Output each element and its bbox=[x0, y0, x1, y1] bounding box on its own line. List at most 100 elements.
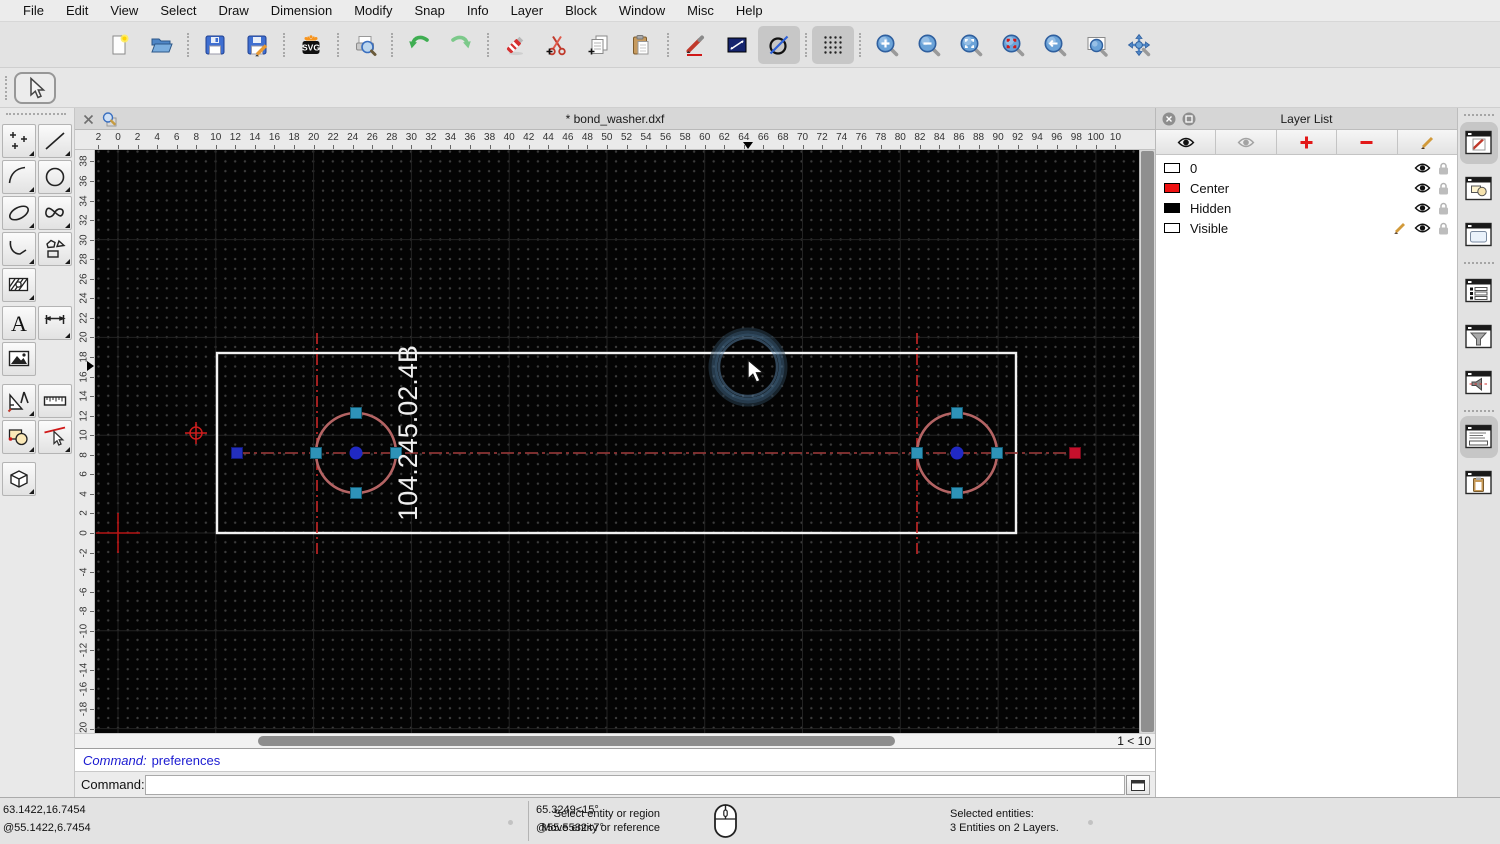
part-label-text[interactable]: 104.245.02.4B bbox=[393, 345, 423, 521]
text-tool-button[interactable]: A bbox=[2, 306, 36, 340]
select-entity-tool-button[interactable] bbox=[38, 420, 72, 454]
svg-export-button[interactable]: SVG bbox=[290, 26, 332, 64]
horizontal-scrollbar-thumb[interactable] bbox=[258, 736, 895, 746]
filter-dock-button[interactable] bbox=[1460, 316, 1498, 358]
entity-list-dock-button[interactable] bbox=[1460, 270, 1498, 312]
menu-file[interactable]: File bbox=[12, 3, 55, 18]
show-all-layers-button[interactable] bbox=[1156, 130, 1217, 154]
line-attributes-button[interactable] bbox=[716, 26, 758, 64]
hatch-tool-button[interactable] bbox=[2, 268, 36, 302]
edit-layer-button[interactable] bbox=[1397, 130, 1458, 154]
save-as-button[interactable] bbox=[236, 26, 278, 64]
layer-row-center[interactable]: Center bbox=[1156, 178, 1457, 198]
redo-button[interactable] bbox=[440, 26, 482, 64]
paste-button[interactable] bbox=[620, 26, 662, 64]
menu-dimension[interactable]: Dimension bbox=[260, 3, 343, 18]
layer-lock-icon[interactable] bbox=[1438, 162, 1449, 175]
selection-tool-button[interactable] bbox=[14, 72, 56, 104]
menu-window[interactable]: Window bbox=[608, 3, 676, 18]
circle-tool-button[interactable] bbox=[38, 160, 72, 194]
centerline-right-endpoint-handle[interactable] bbox=[1069, 447, 1081, 459]
layer-lock-icon[interactable] bbox=[1438, 222, 1449, 235]
layer-visibility-icon[interactable] bbox=[1414, 182, 1431, 194]
menu-edit[interactable]: Edit bbox=[55, 3, 99, 18]
ruler-tool-button[interactable] bbox=[38, 384, 72, 418]
menu-view[interactable]: View bbox=[99, 3, 149, 18]
block-list-dock-button[interactable] bbox=[1460, 168, 1498, 210]
layer-row-0[interactable]: 0 bbox=[1156, 158, 1457, 178]
menu-help[interactable]: Help bbox=[725, 3, 774, 18]
zoom-auto-button[interactable] bbox=[950, 26, 992, 64]
pen-attributes-button[interactable] bbox=[674, 26, 716, 64]
layer-visibility-icon[interactable] bbox=[1414, 202, 1431, 214]
vertical-scrollbar-thumb[interactable] bbox=[1141, 151, 1154, 732]
image-tool-button[interactable] bbox=[2, 342, 36, 376]
zoom-out-button[interactable] bbox=[908, 26, 950, 64]
modify-tool-button[interactable] bbox=[2, 420, 36, 454]
line-tool-button[interactable] bbox=[38, 124, 72, 158]
horizontal-scrollbar[interactable]: 1 < 10 bbox=[75, 733, 1155, 748]
layer-row-hidden[interactable]: Hidden bbox=[1156, 198, 1457, 218]
spline-tool-button[interactable] bbox=[38, 196, 72, 230]
menu-select[interactable]: Select bbox=[149, 3, 207, 18]
library-browser-dock-button[interactable] bbox=[1460, 214, 1498, 256]
v-ruler-tick bbox=[90, 650, 94, 652]
polyline-tool-button[interactable] bbox=[2, 232, 36, 266]
open-file-button[interactable] bbox=[140, 26, 182, 64]
left-circle-center-handle[interactable] bbox=[349, 446, 363, 460]
ellipse-tool-button[interactable] bbox=[2, 196, 36, 230]
zoom-window-button[interactable] bbox=[1076, 26, 1118, 64]
menu-modify[interactable]: Modify bbox=[343, 3, 403, 18]
measure-tool-button[interactable] bbox=[2, 384, 36, 418]
add-layer-button[interactable] bbox=[1276, 130, 1338, 154]
polygon-tool-button[interactable] bbox=[38, 232, 72, 266]
menu-misc[interactable]: Misc bbox=[676, 3, 725, 18]
v-ruler-label: 0 bbox=[78, 530, 90, 536]
dimension-tool-button[interactable] bbox=[38, 306, 72, 340]
cut-button[interactable] bbox=[536, 26, 578, 64]
print-preview-button[interactable] bbox=[344, 26, 386, 64]
layer-row-visible[interactable]: Visible bbox=[1156, 218, 1457, 238]
arc-tool-button[interactable] bbox=[2, 160, 36, 194]
layer-color-swatch[interactable] bbox=[1164, 223, 1180, 233]
block-tool-button[interactable] bbox=[2, 462, 36, 496]
centerline-left-endpoint-handle[interactable] bbox=[231, 447, 243, 459]
menu-layer[interactable]: Layer bbox=[500, 3, 555, 18]
undo-button[interactable] bbox=[398, 26, 440, 64]
layer-lock-icon[interactable] bbox=[1438, 182, 1449, 195]
menu-block[interactable]: Block bbox=[554, 3, 608, 18]
layer-color-swatch[interactable] bbox=[1164, 183, 1180, 193]
points-tool-button[interactable] bbox=[2, 124, 36, 158]
right-circle-center-handle[interactable] bbox=[950, 446, 964, 460]
dimension-style-dock-button[interactable] bbox=[1460, 362, 1498, 404]
layer-color-swatch[interactable] bbox=[1164, 163, 1180, 173]
remove-layer-button[interactable] bbox=[1337, 130, 1398, 154]
menu-info[interactable]: Info bbox=[456, 3, 500, 18]
h-ruler-tick bbox=[470, 145, 472, 149]
delete-button[interactable] bbox=[494, 26, 536, 64]
layer-list-dock-button[interactable] bbox=[1460, 122, 1498, 164]
grid-toggle[interactable] bbox=[812, 25, 854, 64]
zoom-in-button[interactable] bbox=[866, 26, 908, 64]
washer-rectangle[interactable] bbox=[215, 351, 1018, 535]
layer-color-swatch[interactable] bbox=[1164, 203, 1180, 213]
layer-visibility-icon[interactable] bbox=[1414, 222, 1431, 234]
layer-lock-icon[interactable] bbox=[1438, 202, 1449, 215]
draft-mode-toggle[interactable] bbox=[758, 25, 800, 64]
command-line-dock-button[interactable] bbox=[1460, 416, 1498, 458]
zoom-previous-button[interactable] bbox=[1034, 26, 1076, 64]
drawing-canvas[interactable]: 104.245.02.4B bbox=[95, 150, 1139, 733]
vertical-scrollbar[interactable] bbox=[1139, 150, 1155, 733]
save-button[interactable] bbox=[194, 26, 236, 64]
layer-visibility-icon[interactable] bbox=[1414, 162, 1431, 174]
command-options-button[interactable] bbox=[1126, 775, 1150, 795]
command-input[interactable] bbox=[145, 775, 1125, 795]
menu-snap[interactable]: Snap bbox=[404, 3, 456, 18]
zoom-selected-button[interactable] bbox=[992, 26, 1034, 64]
hide-all-layers-button[interactable] bbox=[1216, 130, 1277, 154]
menu-draw[interactable]: Draw bbox=[207, 3, 259, 18]
clipboard-dock-button[interactable] bbox=[1460, 462, 1498, 504]
copy-button[interactable] bbox=[578, 26, 620, 64]
zoom-pan-button[interactable] bbox=[1118, 26, 1160, 64]
new-file-button[interactable] bbox=[98, 26, 140, 64]
